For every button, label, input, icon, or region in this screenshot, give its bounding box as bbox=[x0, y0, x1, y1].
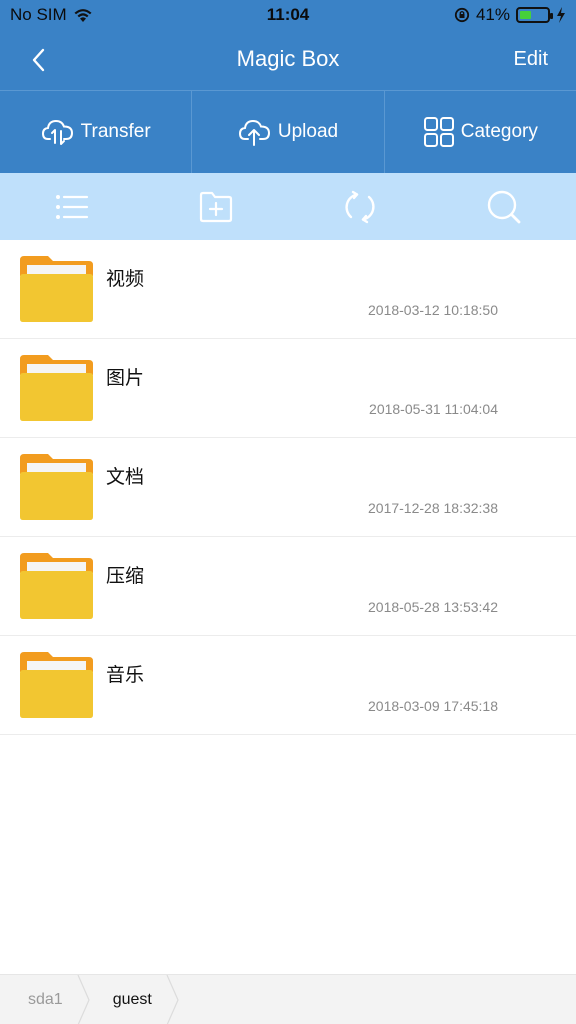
battery-percent: 41% bbox=[475, 5, 510, 24]
folder-icon bbox=[20, 355, 93, 421]
list-view-button[interactable] bbox=[0, 173, 144, 240]
status-right: 41% bbox=[454, 5, 566, 25]
list-icon bbox=[56, 194, 89, 219]
cloud-upload-icon bbox=[238, 119, 270, 146]
file-date: 2018-03-09 17:45:18 bbox=[368, 698, 498, 714]
file-name: 文档 bbox=[106, 466, 145, 488]
list-item[interactable]: 音乐 2018-03-09 17:45:18 bbox=[0, 636, 576, 735]
page-title: Magic Box bbox=[236, 46, 340, 71]
breadcrumb: sda1 guest bbox=[0, 974, 576, 1024]
file-name: 音乐 bbox=[106, 664, 145, 686]
folder-icon bbox=[20, 553, 93, 619]
breadcrumb-item-sda1[interactable]: sda1 bbox=[0, 974, 90, 1024]
rotation-lock-icon bbox=[454, 7, 470, 23]
upload-button[interactable]: Upload bbox=[192, 91, 385, 173]
grid-icon bbox=[423, 117, 454, 147]
file-date: 2018-05-28 13:53:42 bbox=[368, 599, 498, 615]
new-folder-icon bbox=[199, 191, 233, 222]
file-date: 2018-03-12 10:18:50 bbox=[368, 302, 498, 318]
nav-bar: Magic Box Edit bbox=[0, 30, 576, 90]
folder-icon bbox=[20, 454, 93, 520]
breadcrumb-item-guest[interactable]: guest bbox=[85, 974, 179, 1024]
file-name: 图片 bbox=[106, 367, 145, 389]
breadcrumb-label: sda1 bbox=[28, 990, 63, 1008]
list-item[interactable]: 图片 2018-05-31 11:04:04 bbox=[0, 339, 576, 438]
list-item[interactable]: 压缩 2018-05-28 13:53:42 bbox=[0, 537, 576, 636]
transfer-label: Transfer bbox=[80, 121, 151, 142]
list-item[interactable]: 视频 2018-03-12 10:18:50 bbox=[0, 240, 576, 339]
new-folder-button[interactable] bbox=[144, 173, 288, 240]
status-bar: No SIM 11:04 41% bbox=[0, 0, 576, 30]
action-bar: Transfer Upload Category bbox=[0, 90, 576, 173]
file-name: 压缩 bbox=[106, 565, 145, 587]
battery-icon bbox=[516, 7, 553, 23]
folder-icon bbox=[20, 652, 93, 718]
file-list: 视频 2018-03-12 10:18:50 图片 2018-05-31 11:… bbox=[0, 240, 576, 735]
refresh-button[interactable] bbox=[288, 173, 432, 240]
upload-label: Upload bbox=[277, 121, 339, 142]
folder-icon bbox=[20, 256, 93, 322]
file-name: 视频 bbox=[106, 268, 145, 290]
search-button[interactable] bbox=[432, 173, 576, 240]
breadcrumb-label: guest bbox=[112, 990, 152, 1008]
breadcrumb-separator-icon bbox=[166, 974, 179, 1024]
tool-bar bbox=[0, 173, 576, 240]
category-button[interactable]: Category bbox=[385, 91, 576, 173]
charging-bolt-icon bbox=[557, 7, 565, 23]
category-label: Category bbox=[460, 121, 538, 142]
battery-level bbox=[520, 11, 531, 19]
edit-button[interactable]: Edit bbox=[514, 48, 548, 71]
transfer-button[interactable]: Transfer bbox=[0, 91, 193, 173]
list-item[interactable]: 文档 2017-12-28 18:32:38 bbox=[0, 438, 576, 537]
file-date: 2017-12-28 18:32:38 bbox=[368, 500, 498, 516]
cloud-transfer-icon bbox=[41, 119, 73, 145]
search-icon bbox=[487, 190, 521, 223]
file-date: 2018-05-31 11:04:04 bbox=[369, 401, 498, 417]
refresh-icon bbox=[345, 190, 375, 223]
